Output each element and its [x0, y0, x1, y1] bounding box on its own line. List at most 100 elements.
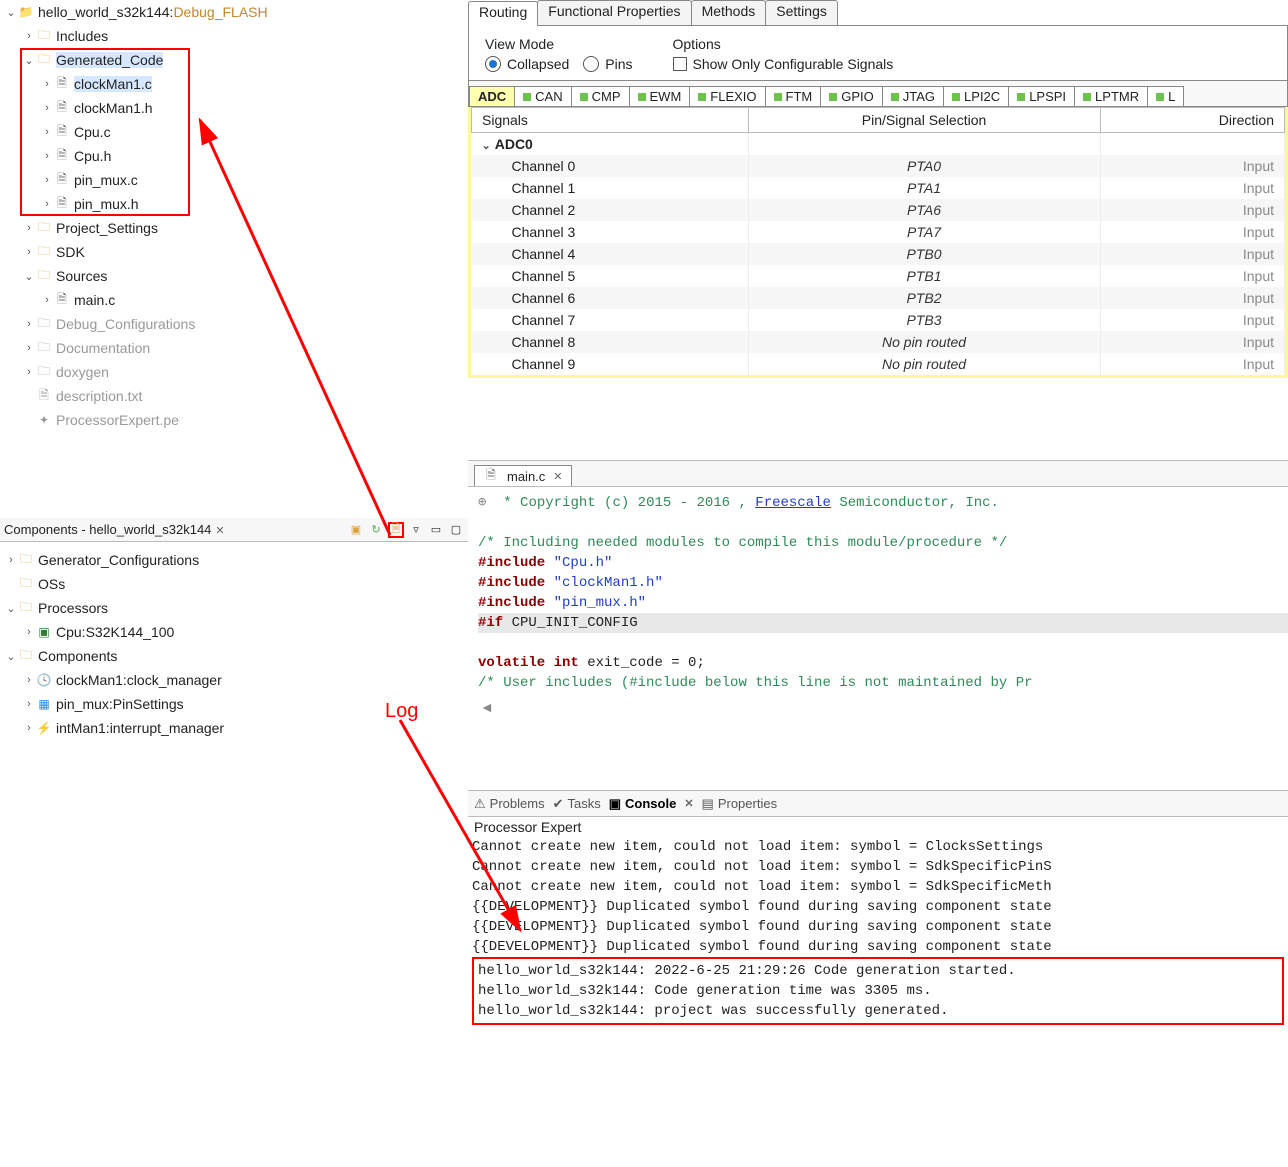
chevron-right-icon[interactable]: › [22, 366, 36, 378]
periph-tab-ewm[interactable]: EWM [629, 86, 691, 106]
pin-cell[interactable]: No pin routed [748, 331, 1100, 353]
chevron-down-icon[interactable]: ⌄ [4, 6, 18, 19]
column-header[interactable]: Signals [472, 108, 749, 133]
console-tab-properties[interactable]: ▤Properties [702, 796, 778, 812]
pin-cell[interactable]: PTA6 [748, 199, 1100, 221]
tree-file[interactable]: ›🗎Cpu.h [0, 144, 468, 168]
periph-tab-lpspi[interactable]: LPSPI [1008, 86, 1075, 106]
console-body[interactable]: Cannot create new item, could not load i… [468, 837, 1288, 1025]
direction-cell[interactable]: Input [1100, 221, 1284, 243]
chevron-right-icon[interactable]: › [40, 294, 54, 306]
table-row[interactable]: Channel 3PTA7Input [472, 221, 1285, 243]
tree-debug-cfg[interactable]: › 🗀 Debug_Configurations [0, 312, 468, 336]
column-header[interactable]: Pin/Signal Selection [748, 108, 1100, 133]
table-row[interactable]: Channel 8No pin routedInput [472, 331, 1285, 353]
close-icon[interactable]: ✕ [553, 470, 562, 483]
chevron-right-icon[interactable]: › [22, 342, 36, 354]
pin-cell[interactable]: PTB2 [748, 287, 1100, 309]
table-row[interactable]: Channel 9No pin routedInput [472, 353, 1285, 375]
table-row[interactable]: Channel 2PTA6Input [472, 199, 1285, 221]
direction-cell[interactable]: Input [1100, 177, 1284, 199]
close-icon[interactable]: ✕ [684, 797, 693, 810]
tree-project-settings[interactable]: › 🗀 Project_Settings [0, 216, 468, 240]
direction-cell[interactable]: Input [1100, 243, 1284, 265]
chevron-right-icon[interactable]: › [22, 30, 36, 42]
table-row[interactable]: Channel 7PTB3Input [472, 309, 1285, 331]
tree-file[interactable]: ›🗎pin_mux.c [0, 168, 468, 192]
pin-cell[interactable]: PTB0 [748, 243, 1100, 265]
direction-cell[interactable]: Input [1100, 265, 1284, 287]
chevron-right-icon[interactable]: › [4, 554, 18, 566]
chevron-down-icon[interactable]: ⌄ [22, 270, 36, 283]
signal-group[interactable]: ⌄ADC0 [472, 133, 749, 156]
filter-icon[interactable]: ▣ [348, 522, 364, 538]
tree-file[interactable]: ›🗎pin_mux.h [0, 192, 468, 216]
view-menu-icon[interactable]: ▿ [408, 522, 424, 538]
console-tab-problems[interactable]: ⚠Problems [474, 796, 545, 812]
direction-cell[interactable]: Input [1100, 353, 1284, 375]
direction-cell[interactable]: Input [1100, 199, 1284, 221]
console-tab-tasks[interactable]: ✔Tasks [553, 796, 601, 812]
direction-cell[interactable]: Input [1100, 287, 1284, 309]
tree-file[interactable]: ›🗎clockMan1.h [0, 96, 468, 120]
tree-processor-expert[interactable]: ✦ ProcessorExpert.pe [0, 408, 468, 432]
comp-components[interactable]: ⌄ 🗀 Components [0, 644, 468, 668]
pin-cell[interactable]: No pin routed [748, 353, 1100, 375]
chevron-right-icon[interactable]: › [22, 246, 36, 258]
tree-generated-code[interactable]: ⌄ 🗀 Generated_Code [0, 48, 468, 72]
chevron-right-icon[interactable]: › [40, 102, 54, 114]
comp-oss[interactable]: 🗀 OSs [0, 572, 468, 596]
tree-documentation[interactable]: › 🗀 Documentation [0, 336, 468, 360]
periph-tab-gpio[interactable]: GPIO [820, 86, 883, 106]
comp-gen-cfg[interactable]: › 🗀 Generator_Configurations [0, 548, 468, 572]
pin-cell[interactable]: PTB3 [748, 309, 1100, 331]
project-root[interactable]: ⌄ 📁 hello_world_s32k144: Debug_FLASH [0, 0, 468, 24]
chevron-right-icon[interactable]: › [22, 318, 36, 330]
periph-tab-can[interactable]: CAN [514, 86, 571, 106]
pin-cell[interactable]: PTA0 [748, 155, 1100, 177]
table-row[interactable]: Channel 4PTB0Input [472, 243, 1285, 265]
chevron-right-icon[interactable]: › [22, 674, 36, 686]
periph-tab-flexio[interactable]: FLEXIO [689, 86, 765, 106]
chevron-right-icon[interactable]: › [40, 78, 54, 90]
close-icon[interactable]: ✕ [215, 525, 224, 537]
chevron-down-icon[interactable]: ⌄ [4, 650, 18, 663]
periph-tab-lptmr[interactable]: LPTMR [1074, 86, 1148, 106]
chevron-right-icon[interactable]: › [22, 722, 36, 734]
chevron-right-icon[interactable]: › [22, 626, 36, 638]
tree-sdk[interactable]: › 🗀 SDK [0, 240, 468, 264]
periph-tab-ftm[interactable]: FTM [765, 86, 822, 106]
periph-tab-adc[interactable]: ADC [469, 86, 515, 106]
tab-routing[interactable]: Routing [468, 1, 538, 26]
radio-pins[interactable] [583, 56, 599, 72]
table-row[interactable]: Channel 0PTA0Input [472, 155, 1285, 177]
scroll-left-icon[interactable]: ◄ [468, 699, 1288, 715]
tree-doxygen[interactable]: › 🗀 doxygen [0, 360, 468, 384]
checkbox-show-only[interactable] [673, 57, 687, 71]
chevron-down-icon[interactable]: ⌄ [4, 602, 18, 615]
maximize-icon[interactable]: ▢ [448, 522, 464, 538]
tree-main-c[interactable]: › 🗎 main.c [0, 288, 468, 312]
chevron-right-icon[interactable]: › [22, 698, 36, 710]
editor-tab-main[interactable]: 🗎 main.c ✕ [474, 465, 572, 486]
radio-collapsed[interactable] [485, 56, 501, 72]
comp-processors[interactable]: ⌄ 🗀 Processors [0, 596, 468, 620]
refresh-icon[interactable]: ↻ [368, 522, 384, 538]
pin-cell[interactable]: PTA1 [748, 177, 1100, 199]
chevron-down-icon[interactable]: ⌄ [22, 54, 36, 67]
direction-cell[interactable]: Input [1100, 331, 1284, 353]
tree-sources[interactable]: ⌄ 🗀 Sources [0, 264, 468, 288]
direction-cell[interactable]: Input [1100, 155, 1284, 177]
chevron-right-icon[interactable]: › [40, 150, 54, 162]
direction-cell[interactable]: Input [1100, 309, 1284, 331]
chevron-right-icon[interactable]: › [40, 198, 54, 210]
minimize-icon[interactable]: ▭ [428, 522, 444, 538]
tab-settings[interactable]: Settings [765, 0, 838, 25]
tab-methods[interactable]: Methods [691, 0, 767, 25]
pin-cell[interactable]: PTA7 [748, 221, 1100, 243]
console-tab-console[interactable]: ▣Console ✕ [609, 796, 694, 812]
pin-cell[interactable]: PTB1 [748, 265, 1100, 287]
chevron-right-icon[interactable]: › [40, 174, 54, 186]
table-row[interactable]: Channel 5PTB1Input [472, 265, 1285, 287]
periph-tab-jtag[interactable]: JTAG [882, 86, 944, 106]
